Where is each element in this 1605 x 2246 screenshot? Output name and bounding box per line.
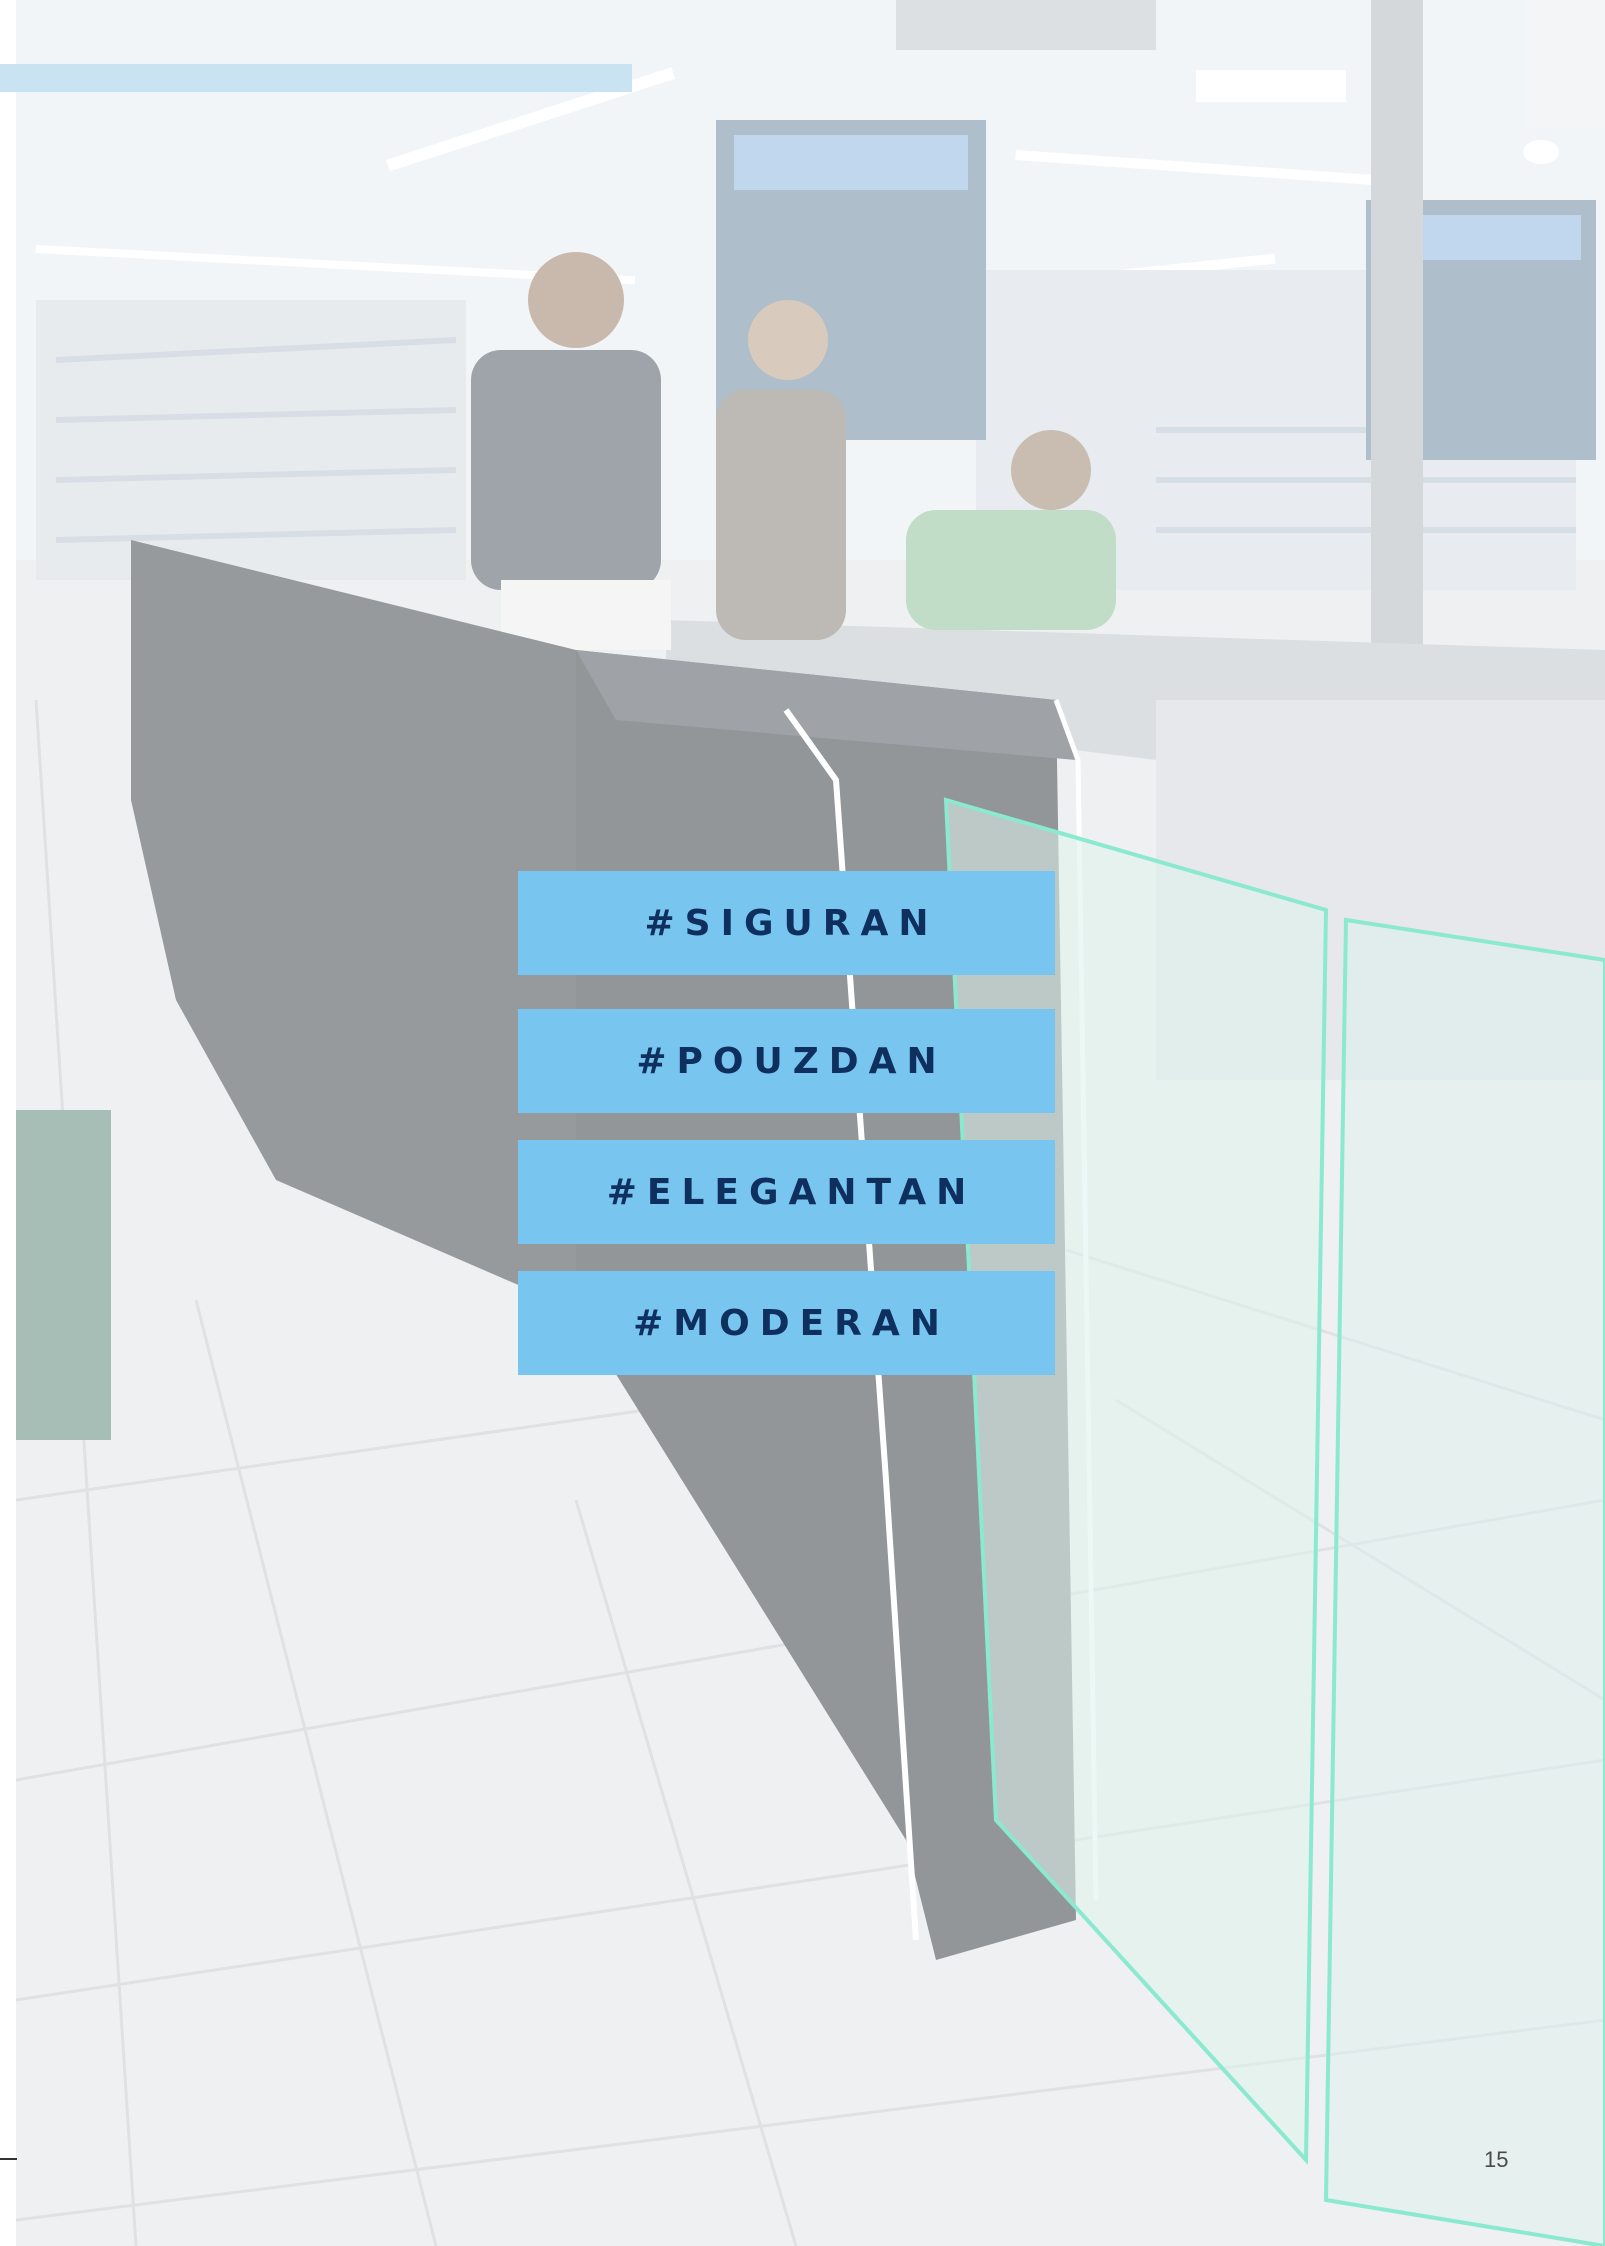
hashtag-moderan-text: #MODERAN	[633, 1302, 950, 1344]
gate-illustration	[16, 0, 1605, 2246]
hashtag-siguran-text: #SIGURAN	[644, 902, 939, 944]
hashtag-elegantan: #ELEGANTAN	[518, 1140, 1055, 1244]
hashtag-pouzdan-text: #POUZDAN	[636, 1040, 947, 1082]
footer-rule	[0, 2158, 17, 2160]
top-accent-bar	[0, 64, 632, 92]
page-number: 15	[1484, 2147, 1509, 2172]
hashtag-moderan: #MODERAN	[518, 1271, 1055, 1375]
hashtag-pouzdan: #POUZDAN	[518, 1009, 1055, 1113]
hashtag-elegantan-text: #ELEGANTAN	[606, 1171, 977, 1213]
hashtag-siguran: #SIGURAN	[518, 871, 1055, 975]
background-photo-supermarket-gate	[16, 0, 1605, 2246]
